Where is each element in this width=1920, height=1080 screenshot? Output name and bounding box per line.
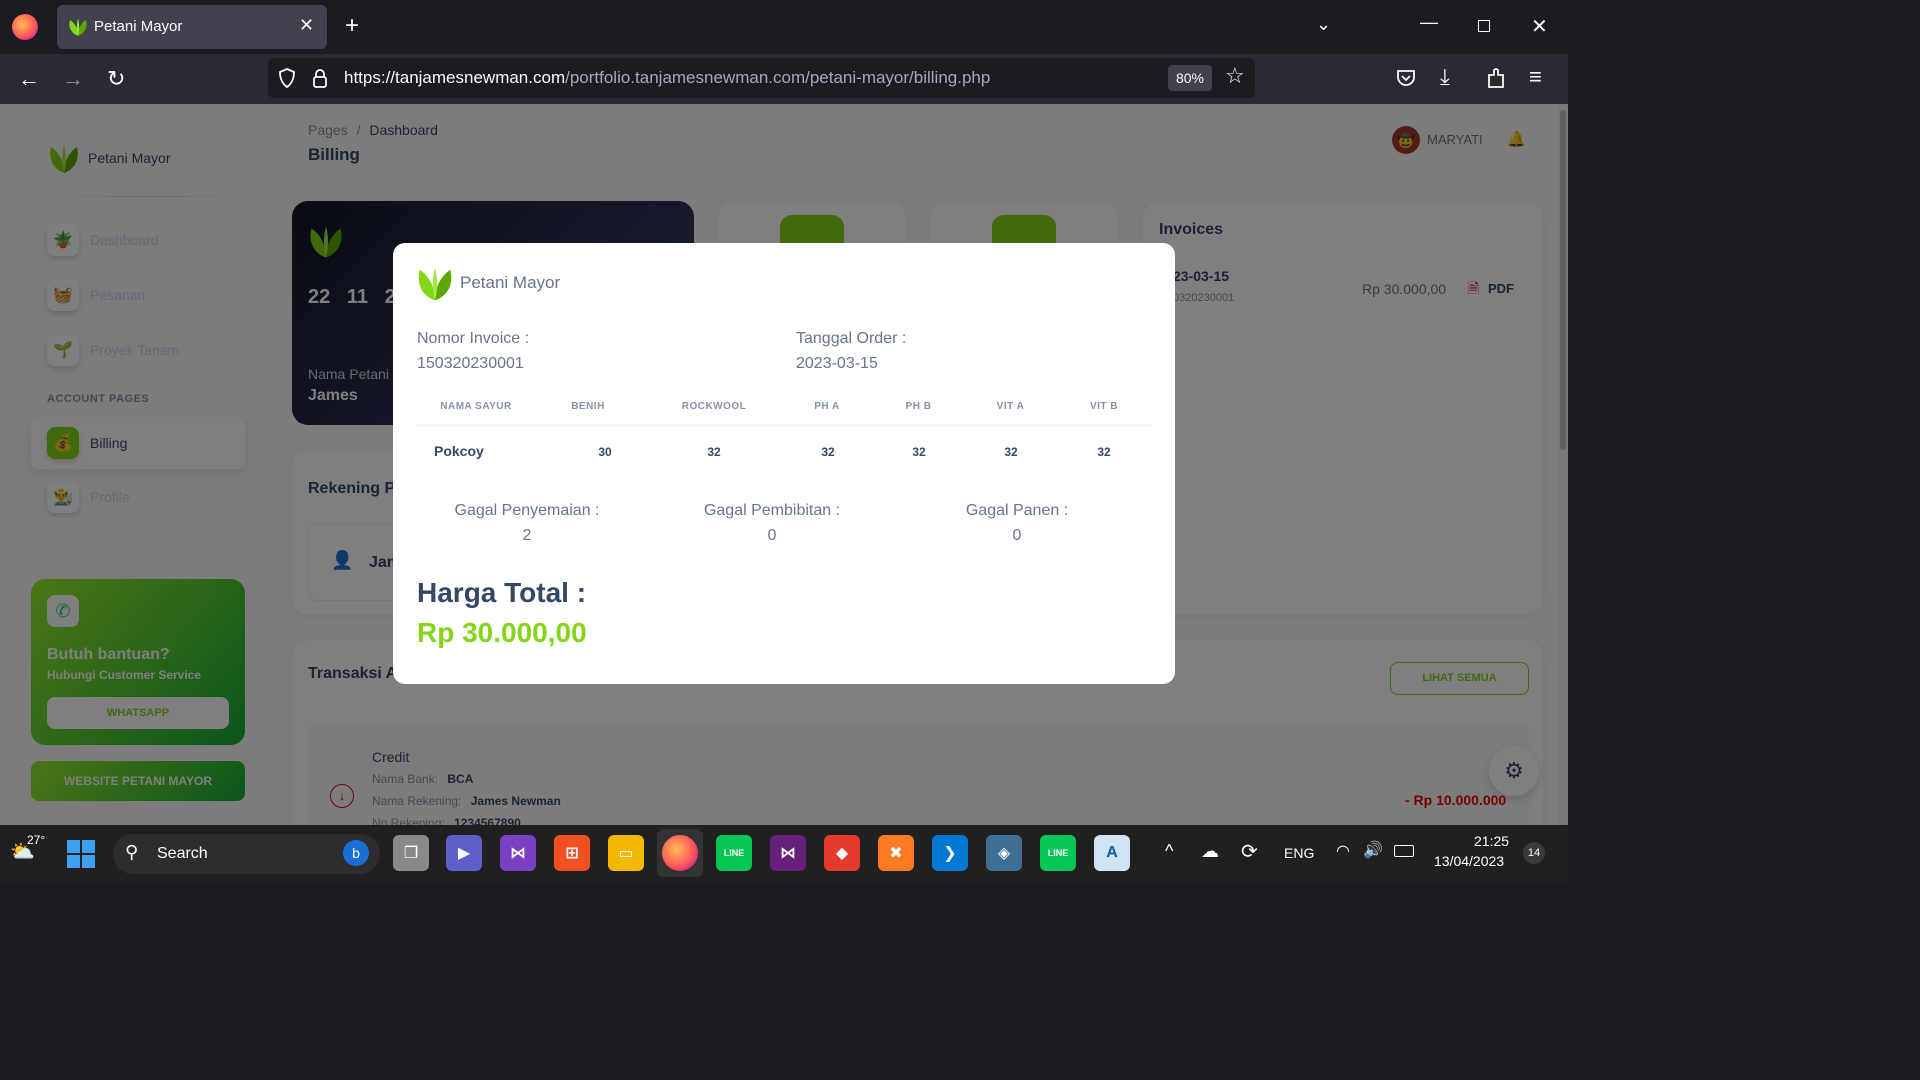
notification-badge[interactable]: 14 <box>1523 842 1545 864</box>
column-header: VIT A <box>996 401 1025 412</box>
leaf-logo-icon <box>69 18 87 36</box>
total-label: Harga Total : <box>417 577 587 608</box>
gagal-penyemaian-value: 2 <box>522 527 532 544</box>
table-cell: 32 <box>707 445 721 459</box>
file-explorer-icon[interactable]: ▭ <box>608 835 644 871</box>
forward-icon[interactable]: → <box>62 66 84 92</box>
clock-time[interactable]: 21:25 <box>1474 833 1509 849</box>
gagal-pembibitan-label: Gagal Pembibitan : <box>703 502 841 519</box>
bing-icon[interactable]: b <box>343 840 369 866</box>
clock-date[interactable]: 13/04/2023 <box>1434 853 1504 869</box>
close-tab-icon[interactable]: ✕ <box>299 15 314 36</box>
onedrive-icon[interactable]: ☁ <box>1201 841 1219 862</box>
visual-studio-icon[interactable]: ⋈ <box>500 835 536 871</box>
invoice-table: NAMA SAYUR BENIH ROCKWOOL PH A PH B VIT … <box>417 393 1151 463</box>
microsoft-store-icon[interactable]: ⊞ <box>554 835 590 871</box>
browser-tab[interactable]: Petani Mayor ✕ <box>57 5 327 49</box>
gagal-panen-value: 0 <box>1012 527 1022 544</box>
search-label: Search <box>157 845 208 862</box>
git-icon[interactable]: ◆ <box>824 835 860 871</box>
zoom-level-button[interactable]: 80% <box>1168 65 1212 91</box>
table-cell: 32 <box>1004 445 1018 459</box>
visual-studio-2-icon[interactable]: ⋈ <box>770 835 806 871</box>
windows-start-icon[interactable] <box>67 840 95 868</box>
taskbar-search[interactable]: ⚲ Search b <box>113 834 380 874</box>
tab-title: Petani Mayor <box>94 18 183 35</box>
modal-brand: Petani Mayor <box>460 273 561 292</box>
teams-icon[interactable]: ▶ <box>446 835 482 871</box>
column-header: PH A <box>814 401 840 412</box>
list-all-tabs-icon[interactable]: ⌄ <box>1316 14 1331 35</box>
shield-icon[interactable] <box>278 68 296 88</box>
wifi-icon[interactable]: ◠ <box>1336 841 1350 861</box>
table-row: Pokcoy 30 32 32 32 32 32 <box>417 426 1151 460</box>
firefox-icon[interactable] <box>662 835 698 871</box>
lock-icon[interactable] <box>312 68 328 88</box>
order-date-value: 2023-03-15 <box>796 355 878 372</box>
xampp-icon[interactable]: ✖ <box>878 835 914 871</box>
sync-icon[interactable]: ⟳ <box>1241 839 1258 864</box>
invoice-number-label: Nomor Invoice : <box>417 330 530 347</box>
column-header: VIT B <box>1089 401 1119 412</box>
modal-brand-logo-icon <box>418 267 452 301</box>
order-date-label: Tanggal Order : <box>796 330 907 347</box>
firefox-menu-icon[interactable] <box>12 14 38 40</box>
paint-icon[interactable]: A <box>1094 835 1130 871</box>
mysql-workbench-icon[interactable]: ◈ <box>986 835 1022 871</box>
total-value: Rp 30.000,00 <box>417 617 587 648</box>
invoice-number-value: 150320230001 <box>417 355 524 372</box>
table-cell: 32 <box>1097 445 1111 459</box>
volume-icon[interactable]: 🔊 <box>1363 840 1383 860</box>
windows-taskbar: ⛅ 27° ⚲ Search b ❐ ▶ ⋈ ⊞ ▭ LINE ⋈ ◆ ✖ ❯ … <box>0 825 1568 882</box>
close-window-icon[interactable]: ✕ <box>1531 14 1548 39</box>
downloads-icon[interactable]: ⤓ <box>1440 64 1450 90</box>
gagal-pembibitan-value: 0 <box>767 527 777 544</box>
minimize-icon[interactable]: — <box>1420 12 1438 33</box>
line-2-icon[interactable]: LINE <box>1040 835 1076 871</box>
restore-icon[interactable] <box>1478 20 1490 32</box>
weather-temp[interactable]: 27° <box>27 833 45 847</box>
table-cell: 32 <box>821 445 835 459</box>
back-icon[interactable]: ← <box>18 66 40 92</box>
column-header: BENIH <box>571 401 605 412</box>
search-icon: ⚲ <box>125 842 139 862</box>
table-cell: Pokcoy <box>434 443 484 459</box>
battery-icon[interactable] <box>1394 845 1414 857</box>
table-cell: 30 <box>598 445 612 459</box>
gagal-panen-label: Gagal Panen : <box>965 502 1069 519</box>
reload-icon[interactable]: ↻ <box>107 66 125 92</box>
task-view-icon[interactable]: ❐ <box>393 835 429 871</box>
table-cell: 32 <box>912 445 926 459</box>
extensions-icon[interactable] <box>1486 67 1506 89</box>
bookmark-star-icon[interactable]: ☆ <box>1225 63 1245 89</box>
line-icon[interactable]: LINE <box>716 835 752 871</box>
gagal-penyemaian-label: Gagal Penyemaian : <box>454 502 600 519</box>
url-text[interactable]: https://tanjamesnewman.com/portfolio.tan… <box>344 68 990 88</box>
column-header: PH B <box>905 401 932 412</box>
new-tab-button[interactable]: + <box>345 12 359 40</box>
invoice-modal: Petani Mayor Nomor Invoice : 15032023000… <box>393 243 1175 684</box>
vscode-icon[interactable]: ❯ <box>932 835 968 871</box>
pocket-icon[interactable] <box>1396 68 1416 88</box>
app-menu-icon[interactable]: ≡ <box>1529 64 1542 90</box>
show-hidden-icons-icon[interactable]: ^ <box>1165 841 1173 862</box>
language-indicator[interactable]: ENG <box>1284 845 1314 861</box>
url-bar[interactable]: https://tanjamesnewman.com/portfolio.tan… <box>268 58 1255 98</box>
column-header: ROCKWOOL <box>681 401 747 412</box>
column-header: NAMA SAYUR <box>440 401 512 412</box>
